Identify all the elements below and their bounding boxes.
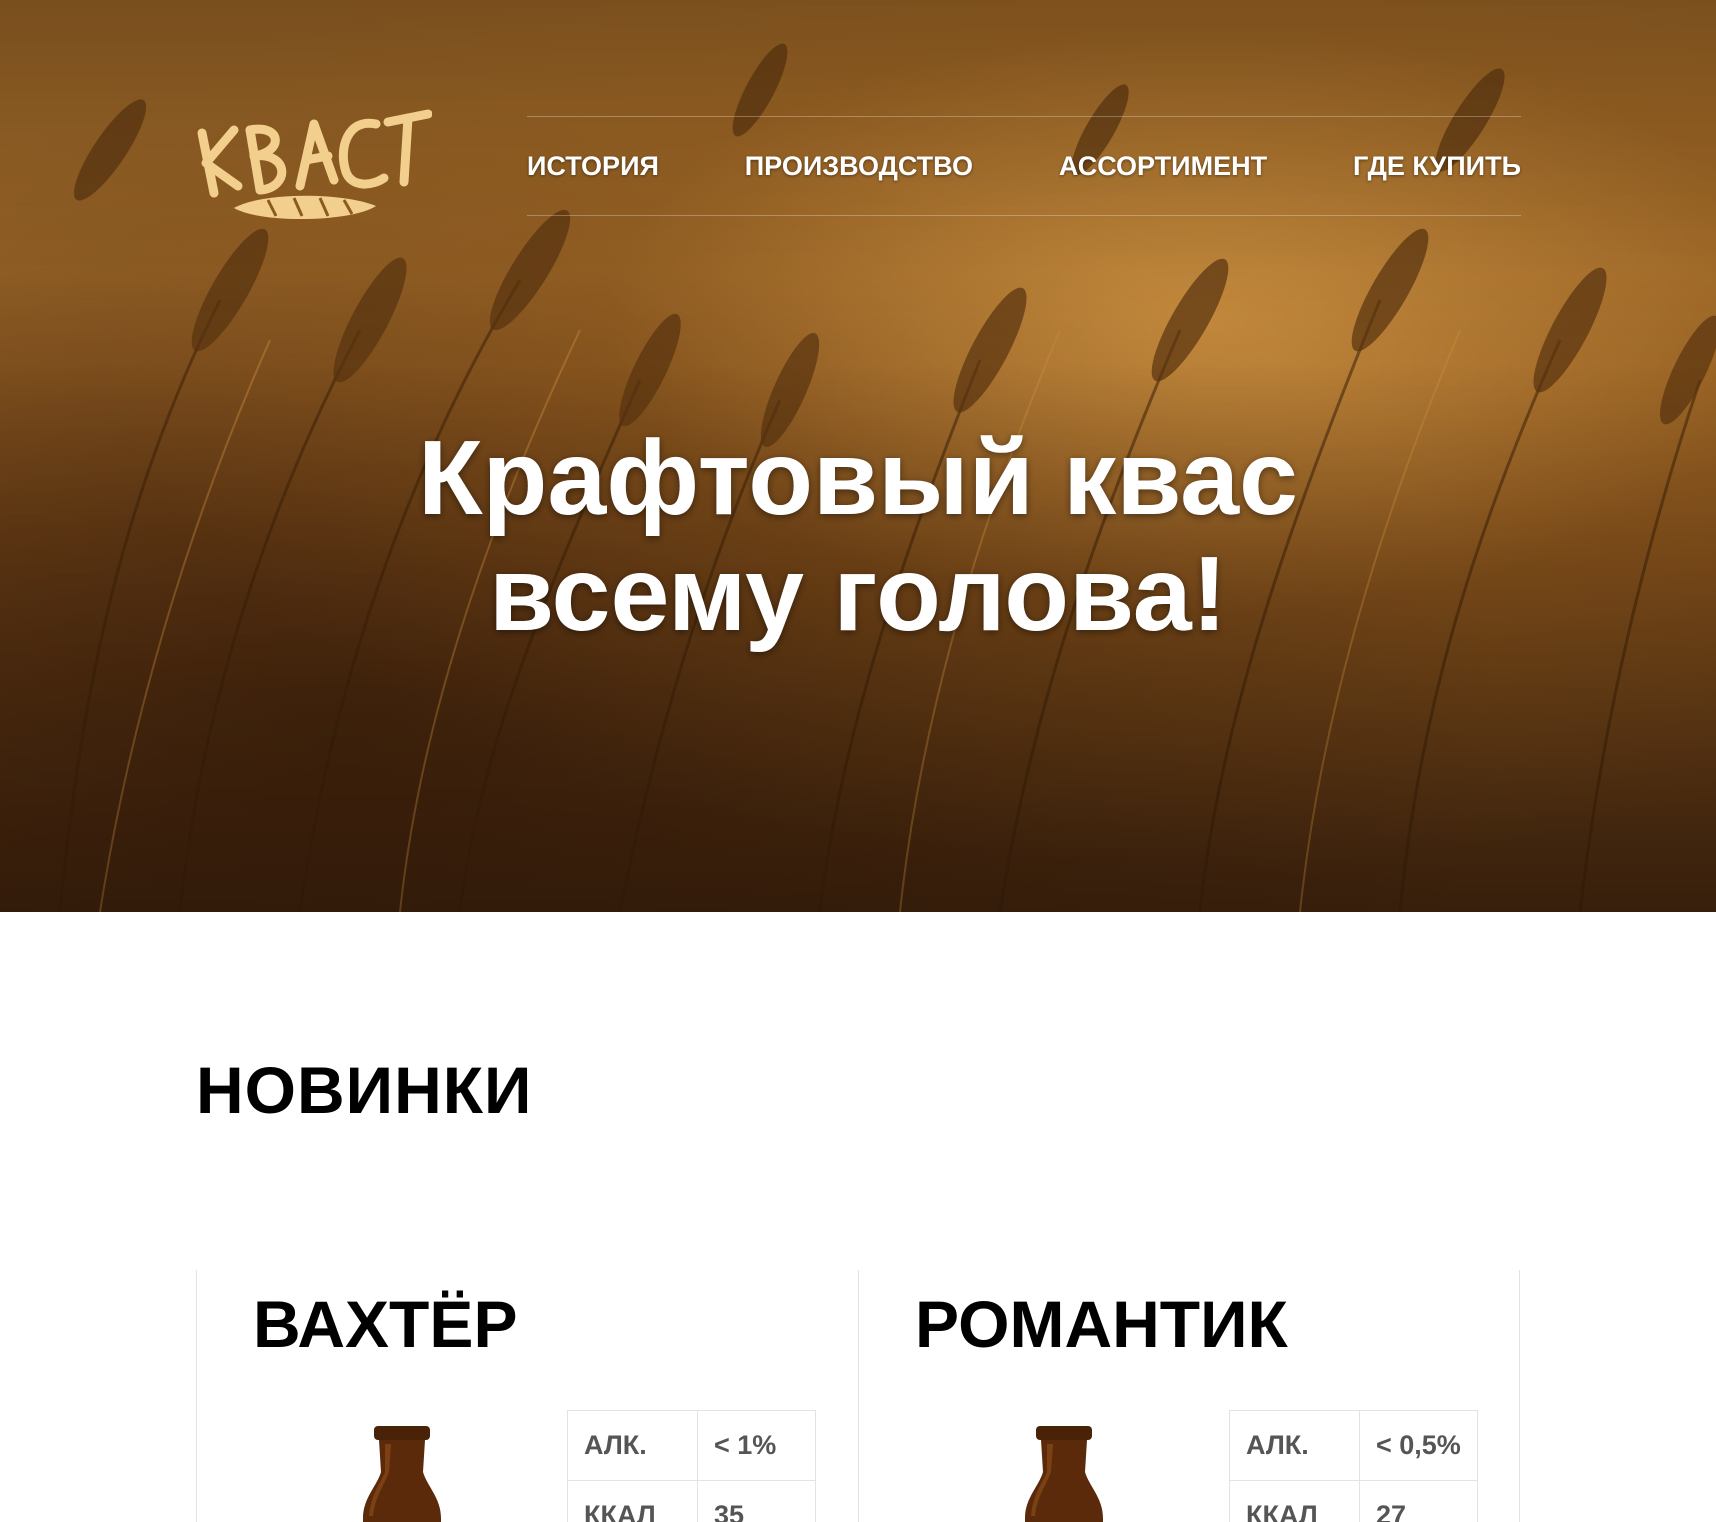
product-card-vakhter[interactable]: ВАХТЁР АЛК. < 1% ККАЛ 35 [196, 1270, 858, 1522]
product-name: ВАХТЁР [253, 1287, 518, 1361]
product-cards: ВАХТЁР АЛК. < 1% ККАЛ 35 РОМАНТИК АЛК. <… [196, 1270, 1521, 1522]
hero-title-line-2: всему голова! [488, 535, 1227, 653]
spec-row: ККАЛ 27 [1229, 1480, 1478, 1522]
main-nav: ИСТОРИЯ ПРОИЗВОДСТВО АССОРТИМЕНТ ГДЕ КУП… [527, 116, 1521, 216]
nav-item-where-to-buy[interactable]: ГДЕ КУПИТЬ [1353, 151, 1521, 182]
spec-value: < 1% [697, 1410, 816, 1481]
logo-graphic [197, 109, 433, 220]
spec-row: АЛК. < 1% [567, 1410, 816, 1481]
specs-table: АЛК. < 1% ККАЛ 35 [567, 1410, 816, 1522]
product-card-romantik[interactable]: РОМАНТИК АЛК. < 0,5% ККАЛ 27 [858, 1270, 1520, 1522]
nav-item-production[interactable]: ПРОИЗВОДСТВО [745, 151, 973, 182]
hero-title: Крафтовый квас всему голова! [0, 420, 1716, 652]
specs-table: АЛК. < 0,5% ККАЛ 27 [1229, 1410, 1478, 1522]
nav-item-history[interactable]: ИСТОРИЯ [527, 151, 659, 182]
spec-value: 35 [697, 1480, 816, 1522]
hero-title-line-1: Крафтовый квас [417, 419, 1299, 537]
kvast-logo[interactable] [192, 108, 433, 238]
spec-key: ККАЛ [567, 1480, 698, 1522]
spec-value: < 0,5% [1359, 1410, 1478, 1481]
spec-key: ККАЛ [1229, 1480, 1360, 1522]
spec-value: 27 [1359, 1480, 1478, 1522]
new-items-title: НОВИНКИ [196, 1053, 533, 1127]
spec-row: АЛК. < 0,5% [1229, 1410, 1478, 1481]
product-name: РОМАНТИК [915, 1287, 1288, 1361]
nav-item-assortment[interactable]: АССОРТИМЕНТ [1059, 151, 1267, 182]
bottle-image [363, 1426, 441, 1522]
spec-key: АЛК. [567, 1410, 698, 1481]
spec-row: ККАЛ 35 [567, 1480, 816, 1522]
bottle-image [1025, 1426, 1103, 1522]
hero-section: ИСТОРИЯ ПРОИЗВОДСТВО АССОРТИМЕНТ ГДЕ КУП… [0, 0, 1716, 912]
spec-key: АЛК. [1229, 1410, 1360, 1481]
